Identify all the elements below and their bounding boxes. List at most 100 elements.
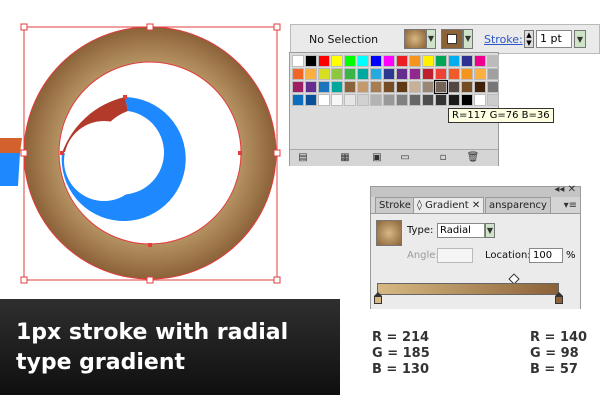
- rgb-end-b: B = 57: [530, 362, 578, 377]
- swatch-cell[interactable]: [370, 68, 382, 80]
- swatch-cell[interactable]: [344, 94, 356, 106]
- fill-dropdown-arrow-icon[interactable]: ▼: [426, 29, 436, 49]
- swatch-cell[interactable]: [318, 68, 330, 80]
- swatch-cell[interactable]: [474, 81, 486, 93]
- swatch-cell[interactable]: [474, 68, 486, 80]
- stroke-dropdown-arrow-icon[interactable]: ▼: [463, 29, 473, 49]
- swatch-cell[interactable]: [396, 55, 408, 67]
- stroke-weight-dropdown-icon[interactable]: ▼: [574, 30, 586, 48]
- swatch-cell[interactable]: [448, 55, 460, 67]
- swatch-cell[interactable]: [461, 68, 473, 80]
- gradient-stop-end[interactable]: [555, 292, 563, 307]
- gradient-type-select[interactable]: Radial: [437, 223, 485, 238]
- swatch-cell[interactable]: [487, 94, 499, 106]
- caption-banner: 1px stroke with radial type gradient: [0, 299, 340, 395]
- swatch-cell[interactable]: [461, 81, 473, 93]
- swatch-cell[interactable]: [383, 94, 395, 106]
- show-kinds-icon[interactable]: ▦: [338, 152, 352, 164]
- swatch-cell[interactable]: [357, 81, 369, 93]
- swatch-cell[interactable]: [344, 68, 356, 80]
- swatch-cell[interactable]: [461, 94, 473, 106]
- swatch-cell[interactable]: [396, 81, 408, 93]
- swatch-cell[interactable]: [292, 55, 304, 67]
- swatch-cell[interactable]: [474, 55, 486, 67]
- new-color-group-icon[interactable]: ▭: [398, 152, 412, 164]
- swatch-cell[interactable]: [422, 55, 434, 67]
- swatch-cell[interactable]: [292, 68, 304, 80]
- swatch-cell[interactable]: [370, 81, 382, 93]
- gradient-preview-swatch[interactable]: [376, 220, 402, 246]
- panel-menu-icon[interactable]: ▾≡: [564, 200, 577, 211]
- swatch-cell[interactable]: [448, 94, 460, 106]
- stop-end-color-chip: [555, 296, 563, 304]
- swatch-cell[interactable]: [396, 68, 408, 80]
- gradient-ramp[interactable]: [377, 283, 559, 295]
- swatch-cell[interactable]: [331, 68, 343, 80]
- swatch-cell[interactable]: [435, 68, 447, 80]
- rgb-end-values: R = 140 G = 98 B = 57: [530, 330, 587, 378]
- swatch-cell[interactable]: [318, 94, 330, 106]
- stroke-swatch[interactable]: [441, 29, 463, 49]
- swatch-cell[interactable]: [434, 80, 448, 94]
- tab-transparency[interactable]: ansparency: [485, 197, 551, 213]
- gradient-type-dropdown-icon[interactable]: ▼: [485, 223, 495, 238]
- panel-titlebar[interactable]: ◂◂ ✕: [371, 184, 580, 197]
- tab-stroke[interactable]: Stroke: [375, 197, 415, 213]
- location-field[interactable]: 100: [529, 248, 563, 263]
- swatch-cell[interactable]: [474, 94, 486, 106]
- swatch-cell[interactable]: [383, 55, 395, 67]
- angle-label: Angle:: [407, 250, 439, 261]
- swatch-cell[interactable]: [318, 55, 330, 67]
- swatch-cell[interactable]: [448, 81, 460, 93]
- swatch-cell[interactable]: [357, 68, 369, 80]
- swatch-cell[interactable]: [409, 68, 421, 80]
- swatch-cell[interactable]: [422, 81, 434, 93]
- swatch-cell[interactable]: [370, 94, 382, 106]
- swatch-cell[interactable]: [305, 94, 317, 106]
- fill-swatch[interactable]: [404, 29, 426, 49]
- swatch-cell[interactable]: [383, 81, 395, 93]
- stroke-weight-stepper-icon[interactable]: ▲ ▼: [524, 30, 534, 48]
- swatch-cell[interactable]: [422, 94, 434, 106]
- swatch-cell[interactable]: [487, 68, 499, 80]
- delete-swatch-icon[interactable]: 🗑: [466, 152, 480, 164]
- swatch-cell[interactable]: [396, 94, 408, 106]
- rgb-start-values: R = 214 G = 185 B = 130: [372, 330, 430, 378]
- swatch-cell[interactable]: [305, 68, 317, 80]
- rgb-end-r: R = 140: [530, 330, 588, 345]
- swatch-cell[interactable]: [448, 68, 460, 80]
- swatch-cell[interactable]: [409, 81, 421, 93]
- swatch-cell[interactable]: [305, 55, 317, 67]
- swatch-cell[interactable]: [422, 68, 434, 80]
- panel-collapse-close-icon[interactable]: ◂◂ ✕: [554, 184, 576, 195]
- selection-status: No Selection: [309, 33, 379, 46]
- swatch-cell[interactable]: [292, 81, 304, 93]
- swatch-options-icon[interactable]: ▣: [370, 152, 384, 164]
- swatch-cell[interactable]: [331, 55, 343, 67]
- swatch-cell[interactable]: [357, 94, 369, 106]
- swatch-cell[interactable]: [318, 81, 330, 93]
- stroke-weight-field[interactable]: 1 pt: [536, 30, 572, 48]
- swatch-cell[interactable]: [292, 94, 304, 106]
- swatch-cell[interactable]: [305, 81, 317, 93]
- gradient-stop-start[interactable]: [374, 292, 382, 307]
- swatch-cell[interactable]: [370, 55, 382, 67]
- swatch-cell[interactable]: [383, 68, 395, 80]
- swatch-cell[interactable]: [435, 55, 447, 67]
- swatch-cell[interactable]: [357, 55, 369, 67]
- tab-gradient[interactable]: ◊ Gradient ✕: [413, 197, 485, 213]
- swatch-cell[interactable]: [461, 55, 473, 67]
- swatch-cell[interactable]: [487, 55, 499, 67]
- swatch-cell[interactable]: [331, 94, 343, 106]
- swatch-cell[interactable]: [344, 55, 356, 67]
- swatch-cell[interactable]: [435, 94, 447, 106]
- swatch-cell[interactable]: [331, 81, 343, 93]
- swatch-libraries-icon[interactable]: ▤: [296, 152, 310, 164]
- tab-gradient-label: Gradient: [425, 200, 469, 211]
- swatch-cell[interactable]: [344, 81, 356, 93]
- swatch-cell[interactable]: [409, 94, 421, 106]
- stroke-label-link[interactable]: Stroke:: [484, 33, 523, 46]
- new-swatch-icon[interactable]: ▫: [436, 152, 450, 164]
- swatch-cell[interactable]: [409, 55, 421, 67]
- swatch-cell[interactable]: [487, 81, 499, 93]
